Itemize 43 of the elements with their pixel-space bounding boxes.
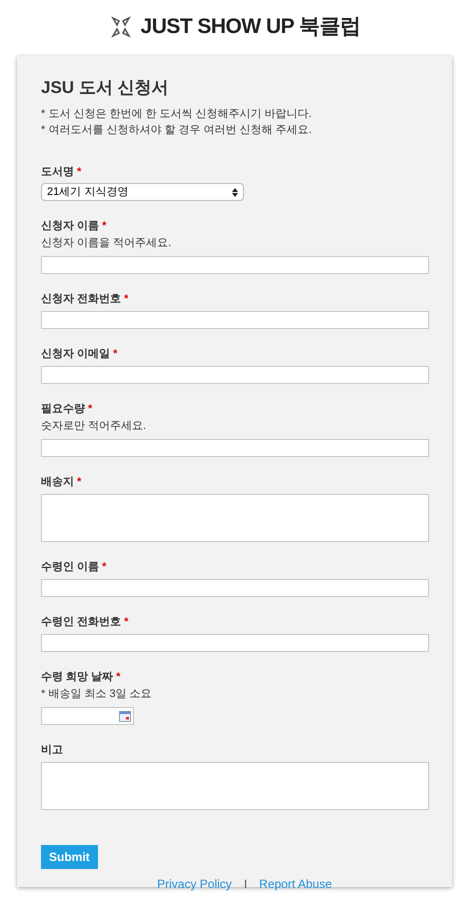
field-hint: * 배송일 최소 3일 소요 — [41, 687, 153, 702]
note-text: * 여러도서를 신청하셔야 할 경우 여러번 신청해 주세요. — [41, 123, 313, 138]
field-label: 신청자 이메일 — [41, 347, 110, 362]
required-mark: * — [124, 615, 128, 630]
input-field[interactable] — [41, 634, 429, 652]
note-text: * 도서 신청은 한번에 한 도서씩 신청해주시기 바랍니다. — [41, 107, 313, 122]
submit-button[interactable]: Submit — [41, 845, 98, 869]
separator: I — [244, 876, 248, 893]
input-field[interactable] — [41, 256, 429, 274]
field-label: 신청자 이름 — [41, 219, 100, 234]
field-hint: 숫자로만 적어주세요. — [41, 419, 148, 434]
input-field[interactable] — [41, 579, 429, 597]
required-mark: * — [116, 670, 120, 685]
required-mark: * — [77, 165, 82, 180]
required-mark: * — [102, 560, 106, 575]
required-mark: * — [102, 219, 106, 234]
footer-link[interactable]: Report Abuse — [259, 875, 332, 893]
brand-name: JUST SHOW UP 북클럽 — [140, 14, 360, 40]
book-select[interactable]: 21세기 지식경영 — [41, 183, 244, 201]
required-mark: * — [113, 347, 118, 362]
footer-link[interactable]: Privacy Policy — [157, 875, 232, 893]
required-mark: * — [77, 475, 82, 490]
field-label: 배송지 — [41, 475, 74, 490]
required-mark: * — [88, 402, 92, 417]
required-mark: * — [124, 292, 128, 307]
text-area[interactable] — [41, 494, 429, 542]
field-label: 필요수량 — [41, 402, 85, 417]
input-field[interactable] — [41, 439, 429, 457]
field-label: 수령인 이름 — [41, 560, 100, 575]
date-field[interactable] — [41, 707, 134, 725]
field-hint: 신청자 이름을 적어주세요. — [41, 236, 172, 251]
field-label: 수령 희망 날짜 — [41, 670, 114, 685]
field-label: 신청자 전화번호 — [41, 292, 122, 307]
logo-icon — [108, 16, 133, 38]
calendar-icon[interactable] — [119, 710, 131, 722]
form-title: JSU 도서 신청서 — [41, 77, 170, 99]
input-field[interactable] — [41, 311, 429, 329]
text-area[interactable] — [41, 762, 429, 810]
field-label: 도서명 — [41, 165, 74, 180]
field-label: 수령인 전화번호 — [41, 615, 122, 630]
input-field[interactable] — [41, 366, 429, 384]
updown-icon — [232, 188, 238, 196]
field-label: 비고 — [41, 743, 63, 758]
